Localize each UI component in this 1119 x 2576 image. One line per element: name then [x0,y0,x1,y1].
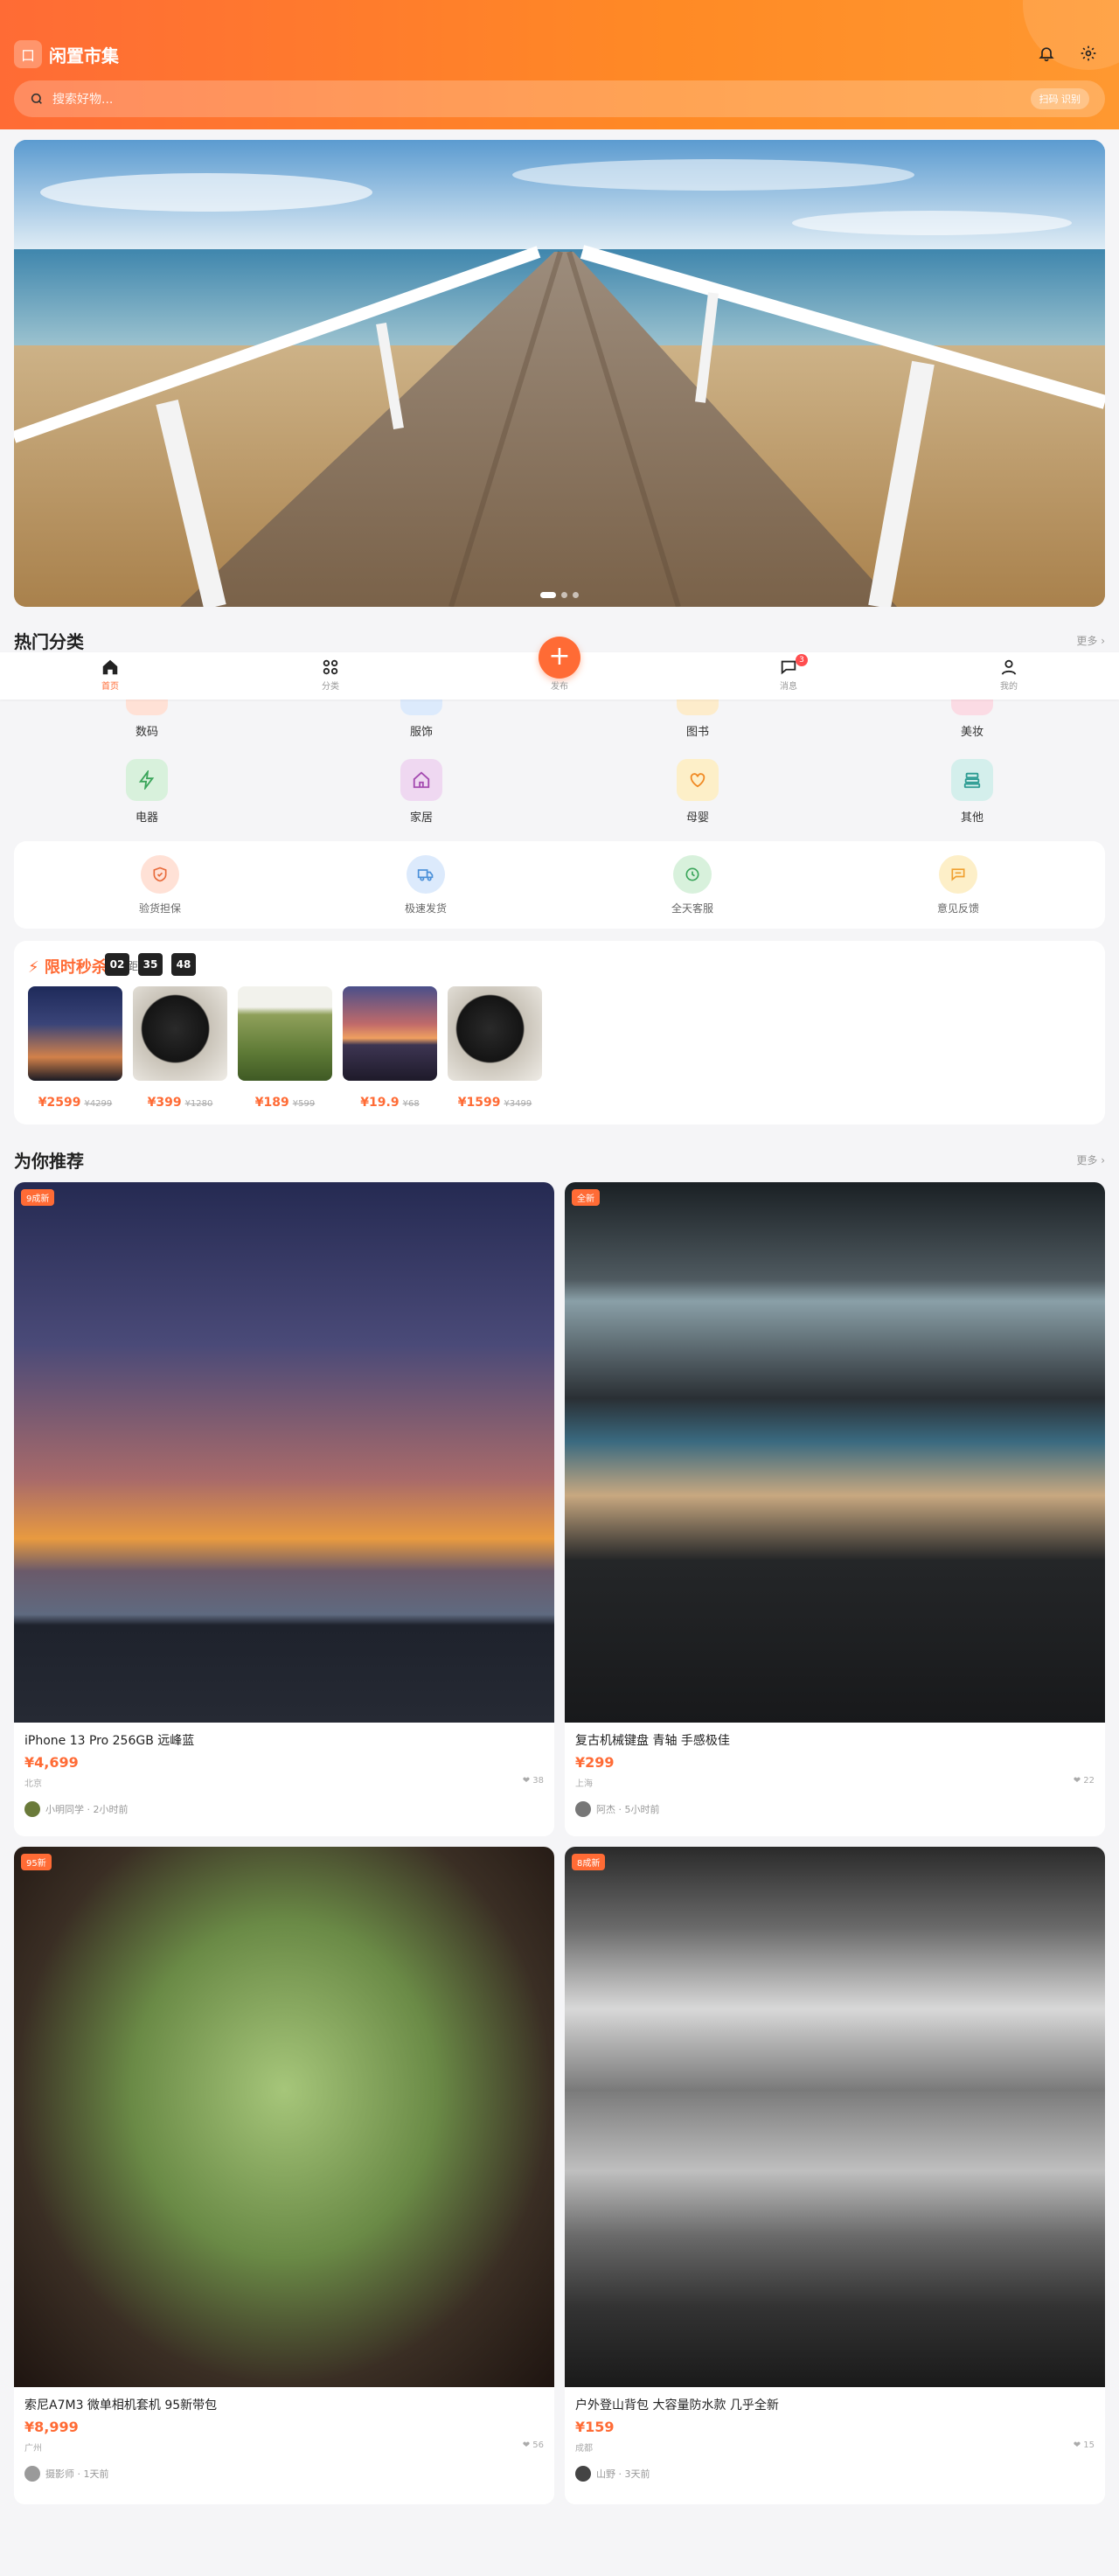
app-header: 口 闲置市集 搜索好物... 扫码 识别 [0,0,1119,129]
tab-messages[interactable]: 3 消息 [762,654,815,692]
product-card[interactable]: 95新 索尼A7M3 微单相机套机 95新带包 ¥8,999 广州 ❤ 56 摄影… [14,1847,554,2504]
product-name: iPhone 13 Pro 256GB 远峰蓝 [24,1734,195,1748]
flash-item-image [238,986,332,1081]
hero-banner[interactable] [14,140,1105,607]
product-price: ¥4,699 [24,1754,79,1771]
app-logo-icon: 口 [14,40,42,68]
heart-icon [677,759,719,801]
product-image: 8成新 [565,1847,1105,2387]
product-likes[interactable]: ❤ 22 [1074,1776,1095,1789]
service-support[interactable]: 全天客服 [640,855,745,916]
countdown-hours: 02 [105,953,129,976]
product-image: 全新 [565,1182,1105,1723]
lightning-icon [126,759,168,801]
product-location: 上海 [575,1779,593,1789]
countdown-seconds: 48 [171,953,196,976]
search-input[interactable]: 搜索好物... 扫码 识别 [14,80,1105,117]
banner-pagination [540,592,579,598]
bottom-tab-bar: 首页 分类 + 发布 3 消息 我的 [0,637,1119,700]
product-image: 95新 [14,1847,554,2387]
seller-info[interactable]: 小明同学 · 2小时前 [24,1800,544,1819]
flash-item-image [448,986,542,1081]
countdown-minutes: 35 [138,953,163,976]
product-price: ¥159 [575,2419,615,2435]
flash-item-image [28,986,122,1081]
service-inspection[interactable]: 验货担保 [108,855,212,916]
condition-tag: 全新 [572,1189,600,1206]
product-name: 户外登山背包 大容量防水款 几乎全新 [575,2398,779,2412]
clock-icon [673,855,712,894]
messages-badge: 3 [796,654,808,666]
recommend-more-link[interactable]: 更多 › [1076,1152,1105,1167]
house-icon [400,759,442,801]
flash-item[interactable]: ¥399 ¥1280 [133,986,227,1110]
home-icon [102,659,118,675]
category-home[interactable]: 家居 [369,759,474,825]
product-likes[interactable]: ❤ 56 [523,2440,544,2454]
flash-item[interactable]: ¥1599 ¥3499 [448,986,542,1110]
app-title: 闲置市集 [49,45,119,66]
product-location: 广州 [24,2444,42,2454]
stack-icon [951,759,993,801]
avatar [24,2466,40,2482]
service-card: 验货担保 极速发货 全天客服 意见反馈 [14,841,1105,929]
category-appliances[interactable]: 电器 [94,759,199,825]
flash-sale-card: ⚡ 限时秒杀 距结束 02 35 48 ¥2599¥4299 ¥399¥1280… [14,941,1105,1124]
seller-info[interactable]: 阿杰 · 5小时前 [575,1800,1095,1819]
avatar [575,2466,591,2482]
product-name: 索尼A7M3 微单相机套机 95新带包 [24,2398,218,2412]
shield-icon [141,855,179,894]
condition-tag: 8成新 [572,1854,606,1870]
tab-profile[interactable]: 我的 [983,658,1035,692]
product-location: 北京 [24,1779,42,1789]
product-card[interactable]: 8成新 户外登山背包 大容量防水款 几乎全新 ¥159 成都 ❤ 15 山野 · … [565,1847,1105,2504]
avatar [24,1801,40,1817]
section-title-categories: 热门分类 [14,631,84,652]
product-likes[interactable]: ❤ 15 [1074,2440,1095,2454]
flash-item-image [343,986,437,1081]
flash-item[interactable]: ¥19.9 ¥68 [343,986,437,1110]
search-icon [31,93,42,104]
avatar [575,1801,591,1817]
truck-icon [407,855,445,894]
product-likes[interactable]: ❤ 38 [523,1776,544,1789]
search-placeholder: 搜索好物... [52,93,114,107]
tab-home[interactable]: 首页 [84,658,136,692]
seller-info[interactable]: 山野 · 3天前 [575,2464,1095,2483]
category-other[interactable]: 其他 [920,759,1025,825]
flash-item[interactable]: ¥2599 ¥4299 [28,986,122,1110]
banner-dot[interactable] [540,592,556,598]
condition-tag: 9成新 [21,1189,55,1206]
scan-button[interactable]: 扫码 识别 [1030,88,1089,109]
section-title-recommend: 为你推荐 [14,1151,84,1172]
service-shipping[interactable]: 极速发货 [373,855,478,916]
publish-button[interactable]: + [539,637,580,679]
tab-category[interactable]: 分类 [304,658,357,692]
category-baby[interactable]: 母婴 [645,759,750,825]
bell-icon[interactable] [1035,42,1058,65]
pier-illustration [14,140,1105,607]
product-card[interactable]: 9成新 iPhone 13 Pro 256GB 远峰蓝 ¥4,699 北京 ❤ 3… [14,1182,554,1836]
banner-dot[interactable] [561,592,567,598]
flash-item[interactable]: ¥189 ¥599 [238,986,332,1110]
condition-tag: 95新 [21,1854,52,1870]
categories-more-link[interactable]: 更多 › [1076,633,1105,648]
grid-icon [323,659,338,675]
gear-icon[interactable] [1077,42,1100,65]
chat-bubble-icon [939,855,977,894]
product-price: ¥299 [575,1754,615,1771]
product-price: ¥8,999 [24,2419,79,2435]
service-feedback[interactable]: 意见反馈 [906,855,1011,916]
product-image: 9成新 [14,1182,554,1723]
product-card[interactable]: 全新 复古机械键盘 青轴 手感极佳 ¥299 上海 ❤ 22 阿杰 · 5小时前 [565,1182,1105,1836]
flash-sale-title: ⚡ 限时秒杀 [28,958,108,977]
product-name: 复古机械键盘 青轴 手感极佳 [575,1734,730,1748]
publish-label: 发布 [551,682,568,692]
product-location: 成都 [575,2444,593,2454]
user-icon [1001,659,1017,675]
flash-item-image [133,986,227,1081]
seller-info[interactable]: 摄影师 · 1天前 [24,2464,544,2483]
banner-dot[interactable] [573,592,579,598]
